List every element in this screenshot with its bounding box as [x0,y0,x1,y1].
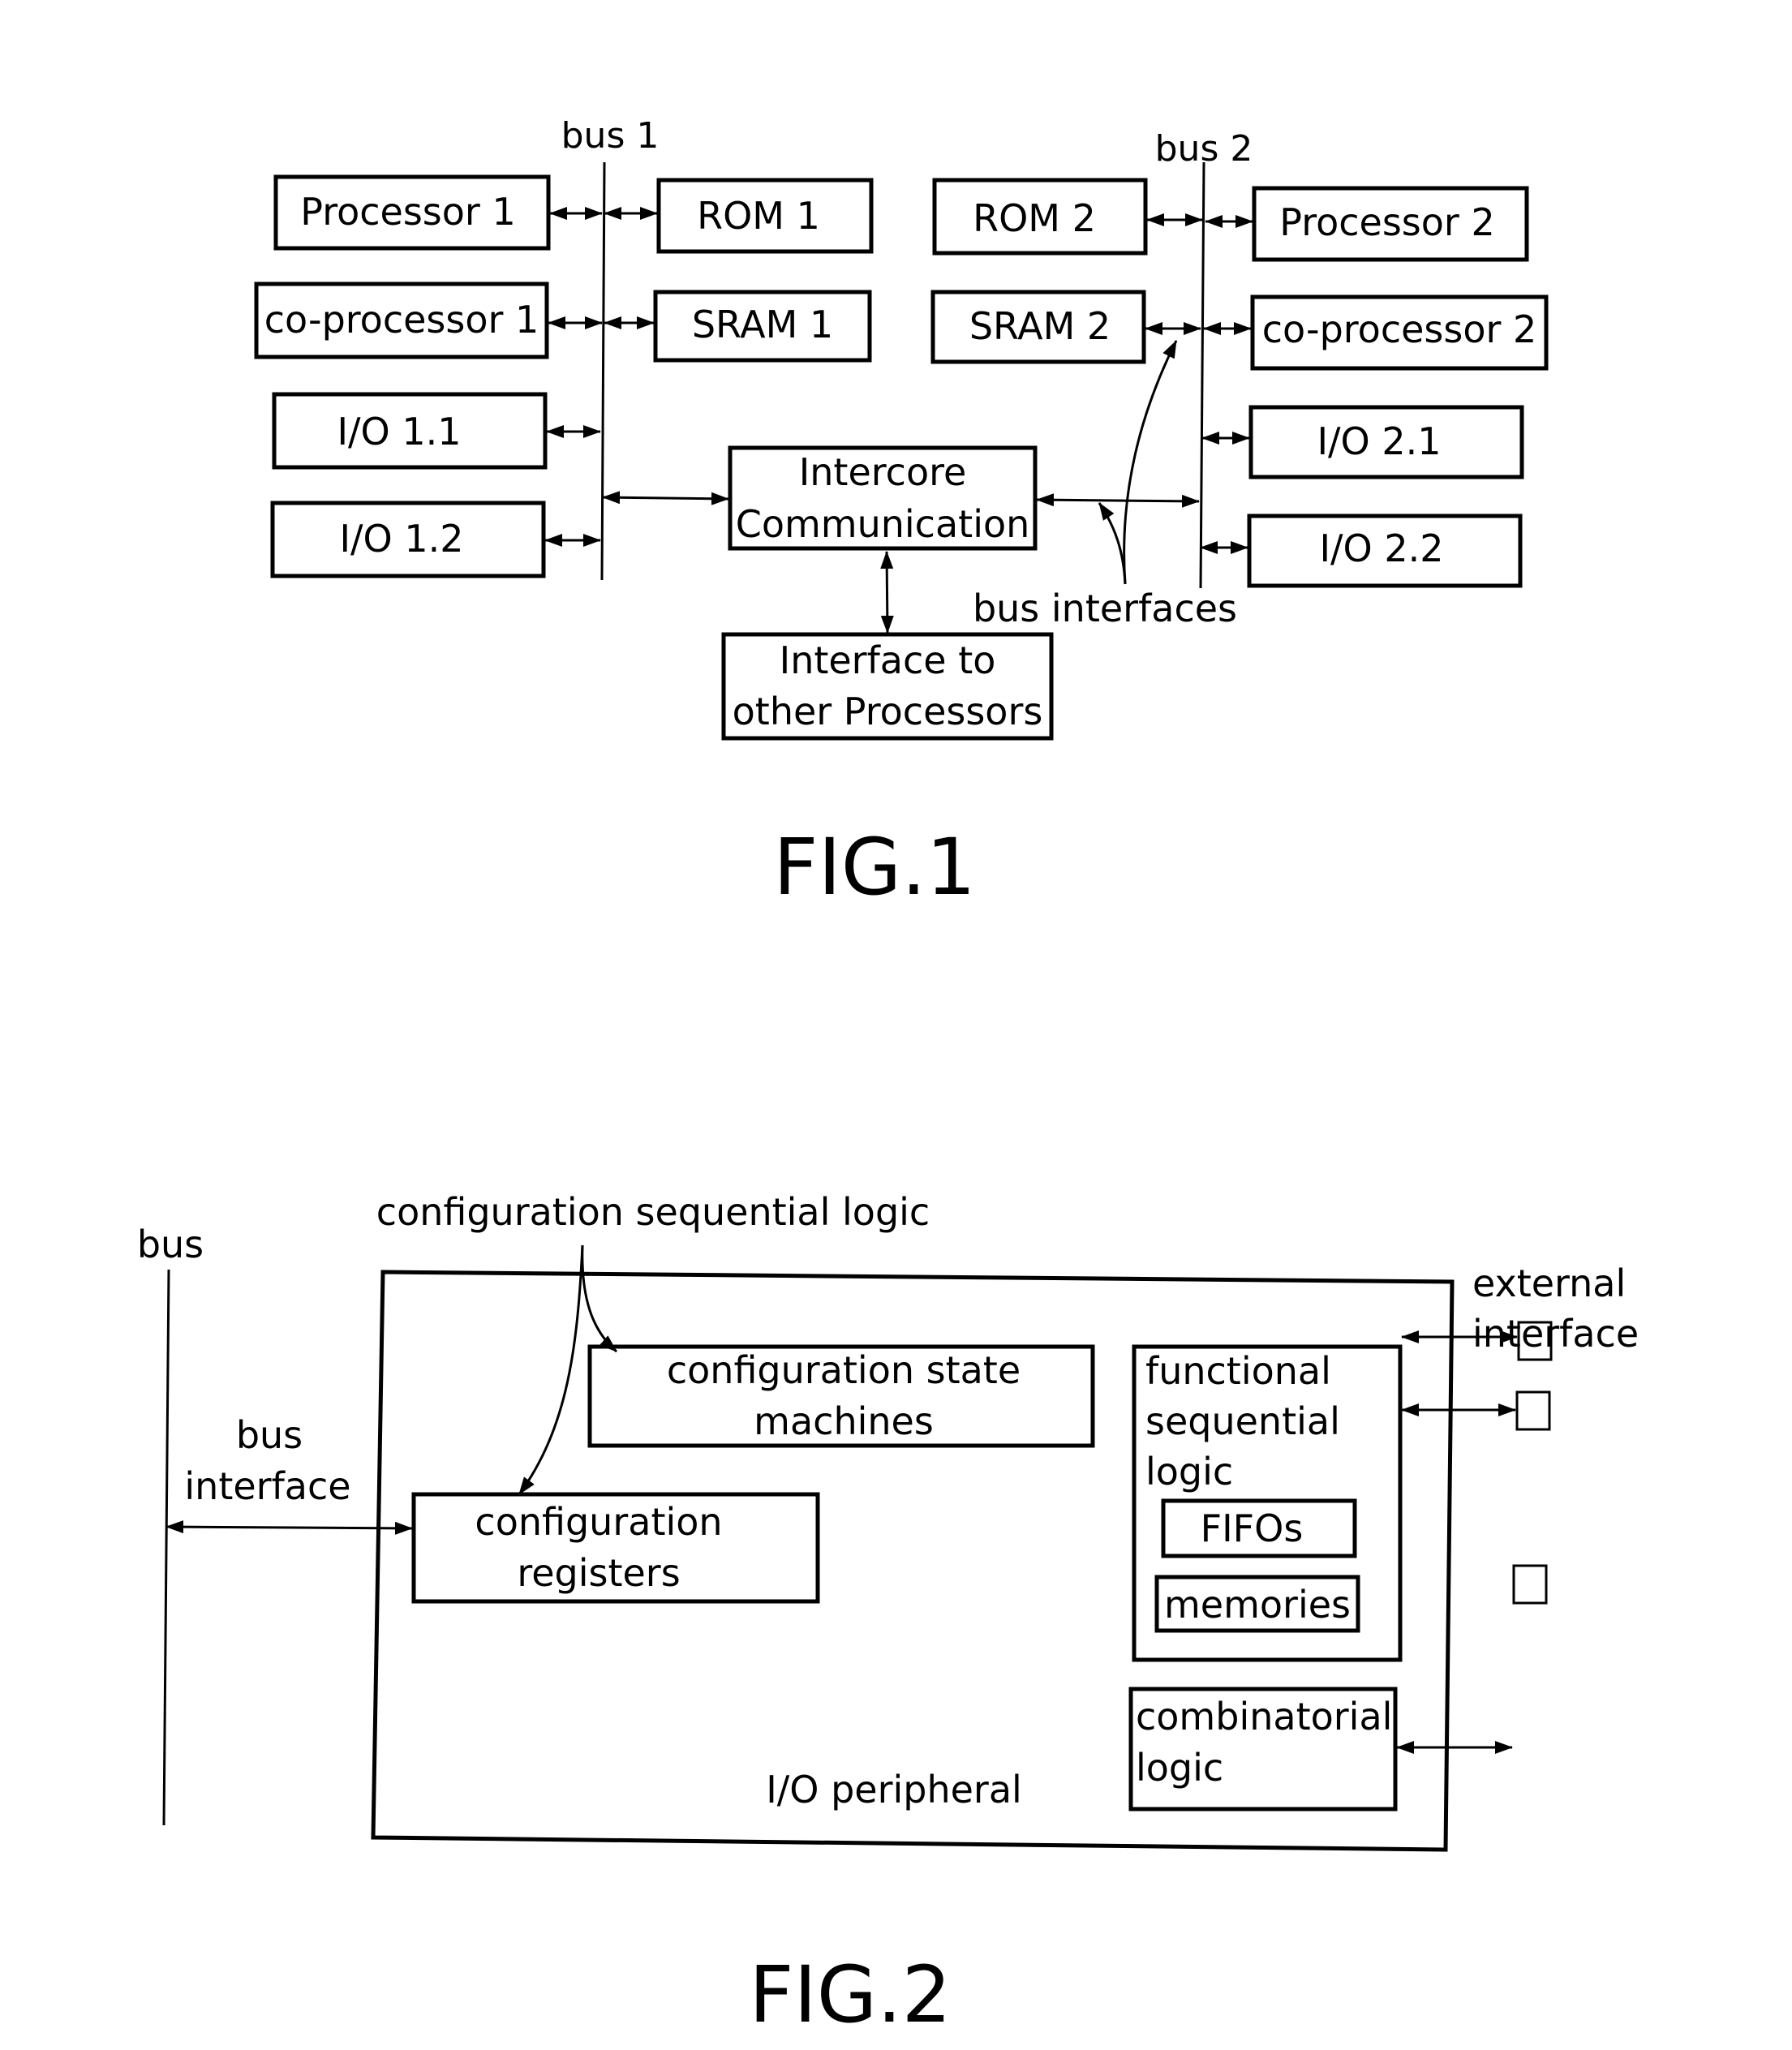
block-co-processor-1: co-processor 1 [254,281,549,359]
bus2-line [1199,161,1205,589]
pointer-config-registers [518,1244,584,1495]
svg-text:logic: logic [1145,1450,1233,1493]
block-processor-1: Processor 1 [273,174,551,251]
svg-text:SRAM 1: SRAM 1 [692,303,833,346]
svg-text:I/O 2.1: I/O 2.1 [1317,419,1441,463]
external-pin-3 [1512,1564,1548,1605]
block-fifos: FIFOs [1161,1498,1357,1558]
block-co-processor-2: co-processor 2 [1250,294,1549,371]
svg-text:configuration state: configuration state [667,1348,1021,1392]
fig2: bus configuration sequential logic I/O p… [137,1190,1639,2040]
bus-line [162,1269,170,1826]
svg-text:machines: machines [754,1399,934,1443]
svg-text:Processor 2: Processor 2 [1279,200,1494,244]
svg-text:FIFOs: FIFOs [1201,1506,1304,1550]
pointer-bus-interface-intercore [1098,502,1127,585]
block-memories: memories [1154,1575,1360,1633]
bus-interface-label-line1: bus [236,1413,303,1457]
svg-text:Intercore: Intercore [799,450,967,494]
external-interface-label-line2: interface [1472,1312,1639,1356]
pointer-bus-interface-sram2 [1123,340,1178,585]
svg-text:I/O peripheral: I/O peripheral [766,1768,1022,1811]
svg-text:Interface to: Interface to [780,638,996,682]
block-io-2-2: I/O 2.2 [1247,514,1523,588]
block-intercore-communication: Intercore Communication [728,445,1038,551]
svg-text:ROM 1: ROM 1 [697,194,820,238]
block-combinatorial-logic: combinatorial logic [1128,1687,1398,1811]
block-config-registers: configuration registers [411,1492,820,1604]
block-io-2-1: I/O 2.1 [1248,405,1524,479]
svg-text:I/O 1.1: I/O 1.1 [337,410,461,453]
svg-text:SRAM 2: SRAM 2 [969,304,1111,348]
pointer-config-state-machines [581,1244,617,1353]
block-config-state-machines: configuration state machines [587,1344,1095,1448]
svg-text:sequential: sequential [1145,1399,1340,1443]
bus1-line [600,161,606,581]
svg-text:memories: memories [1164,1583,1351,1627]
config-seq-logic-label: configuration sequential logic [376,1190,930,1234]
block-interface-other-processors: Interface to other Processors [721,632,1054,741]
svg-text:I/O 1.2: I/O 1.2 [339,517,463,561]
external-interface-label-line1: external [1472,1261,1626,1305]
external-pin-2 [1515,1390,1551,1431]
block-sram-1: SRAM 1 [653,290,872,363]
block-rom-1: ROM 1 [656,178,874,254]
svg-text:registers: registers [517,1551,680,1595]
arrow-intercore-bus2 [1036,493,1200,508]
block-io-1-1: I/O 1.1 [272,392,548,470]
svg-text:co-processor 1: co-processor 1 [264,298,539,342]
block-io-1-2: I/O 1.2 [270,501,546,578]
block-rom-2: ROM 2 [932,178,1148,256]
patent-figures: bus 1 bus 2 Processor 1 co-processor 1 I… [137,115,1639,2040]
svg-text:ROM 2: ROM 2 [973,196,1096,240]
bus-interfaces-label: bus interfaces [973,587,1237,630]
fig1-caption: FIG.1 [773,822,976,913]
svg-text:configuration: configuration [475,1500,722,1544]
block-sram-2: SRAM 2 [930,290,1146,364]
svg-text:Processor 1: Processor 1 [300,190,515,234]
svg-text:functional: functional [1145,1349,1331,1393]
fig2-caption: FIG.2 [749,1949,952,2040]
arrow-bus-config-registers [165,1520,413,1535]
svg-text:I/O 2.2: I/O 2.2 [1319,526,1443,570]
svg-text:combinatorial: combinatorial [1136,1695,1392,1738]
svg-text:Communication: Communication [736,502,1030,546]
svg-text:other Processors: other Processors [733,690,1043,733]
block-processor-2: Processor 2 [1252,186,1529,262]
bus1-label: bus 1 [561,115,660,157]
arrow-bus1-intercore [602,491,729,505]
fig1: bus 1 bus 2 Processor 1 co-processor 1 I… [254,115,1549,913]
svg-text:logic: logic [1136,1746,1223,1790]
bus-label: bus [137,1223,204,1266]
svg-text:co-processor 2: co-processor 2 [1262,307,1537,351]
bus-interface-label-line2: interface [184,1464,350,1508]
